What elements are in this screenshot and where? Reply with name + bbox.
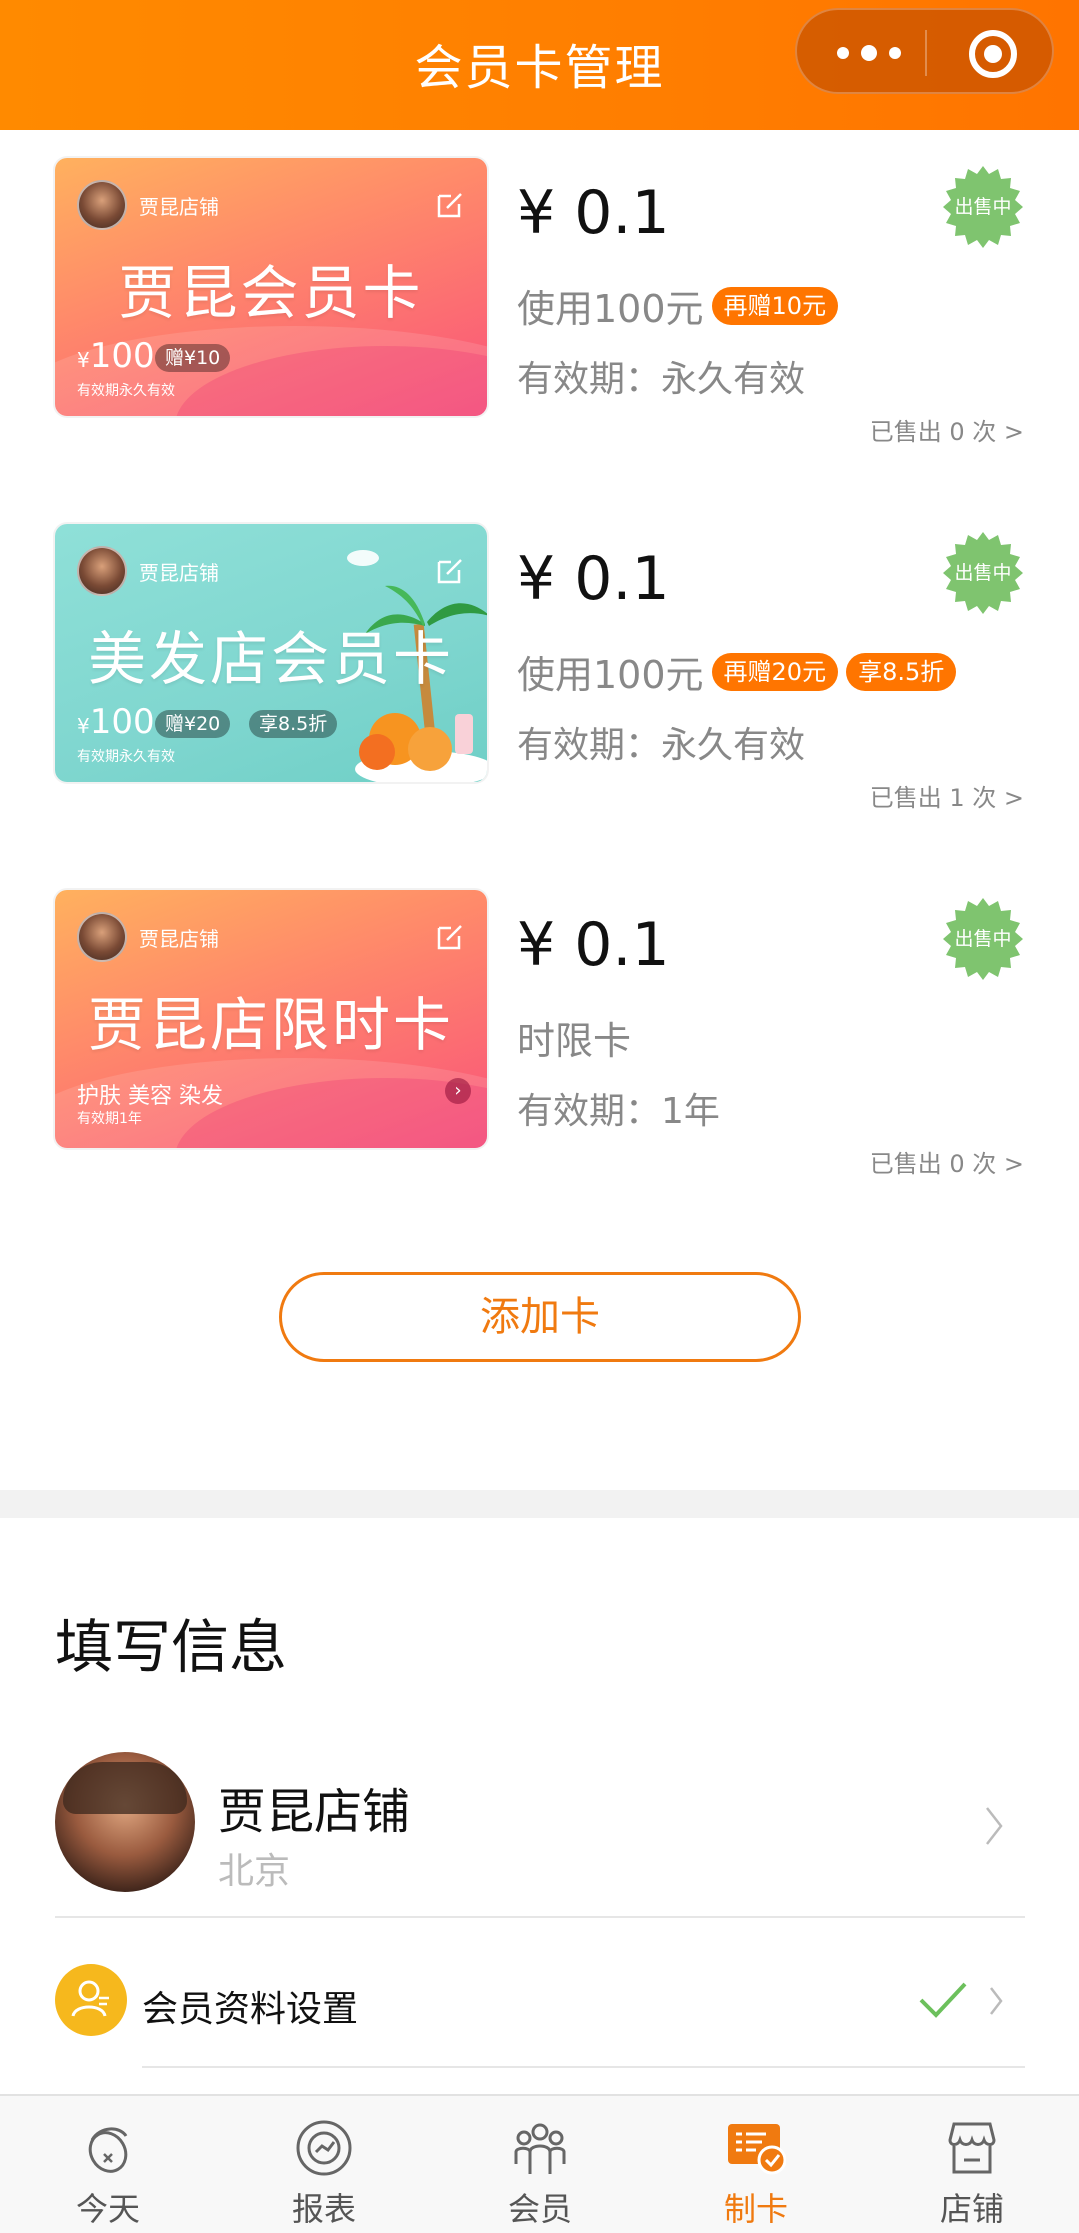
section-title: 填写信息: [55, 1613, 288, 1681]
card-name: 贾昆店限时卡: [87, 991, 454, 1059]
member-settings-label: 会员资料设置: [142, 1989, 359, 2030]
tab-label: 制卡: [723, 2190, 788, 2228]
store-icon: [948, 2122, 996, 2174]
tab-make-card[interactable]: 制卡: [648, 2096, 864, 2233]
card-shop-name: 贾昆店铺: [139, 561, 219, 585]
tab-label: 报表: [291, 2190, 356, 2228]
divider: [55, 1916, 1025, 1918]
chevron-right-icon: [986, 1807, 1003, 1845]
discount-tag: 享8.5折: [846, 652, 957, 691]
card-validity: 有效期1年: [77, 1111, 142, 1127]
card-preview[interactable]: 贾昆店铺 贾昆会员卡 ¥100 赠¥10 有效期永久有效: [55, 158, 487, 416]
card-preview[interactable]: 贾昆店铺 贾昆店限时卡 护肤 美容 染发 › 有效期1年: [55, 890, 487, 1148]
tab-store[interactable]: 店铺: [864, 2096, 1079, 2233]
more-icon[interactable]: [837, 42, 907, 64]
card-valid-text: 有效期：永久有效: [517, 725, 806, 766]
user-settings-icon: [55, 1964, 127, 2036]
on-sale-badge: 出售中: [942, 166, 1024, 248]
bonus-tag: 再赠10元: [711, 286, 839, 325]
tab-today[interactable]: 今天: [0, 2096, 216, 2233]
nav-header: 会员卡管理: [0, 0, 1079, 130]
on-sale-badge: 出售中: [942, 898, 1024, 980]
section-divider: [0, 1490, 1079, 1518]
shop-avatar: [77, 546, 127, 596]
sold-count-link[interactable]: 已售出 1 次 >: [870, 778, 1024, 813]
member-settings-row[interactable]: 会员资料设置: [0, 1928, 1079, 2068]
sold-count-link[interactable]: 已售出 0 次 >: [870, 412, 1024, 447]
capsule-separator: [925, 30, 927, 76]
shop-avatar: [77, 180, 127, 230]
tab-bar: 今天 报表 会员 制卡 店铺: [0, 2094, 1079, 2233]
card-discount: 享8.5折: [249, 710, 338, 738]
card-price: ¥ 0.1: [517, 544, 670, 614]
edit-icon[interactable]: [435, 556, 465, 586]
card-validity: 有效期永久有效: [77, 749, 175, 765]
edit-icon[interactable]: [435, 922, 465, 952]
page: 会员卡管理 贾昆店铺 贾昆会员卡 ¥100 赠¥10 有效期永久有效 ¥ 0.1…: [0, 0, 1079, 2233]
tab-members[interactable]: 会员: [432, 2096, 648, 2233]
on-sale-badge: 出售中: [942, 532, 1024, 614]
card-validity: 有效期永久有效: [77, 383, 175, 399]
shop-info-row[interactable]: 贾昆店铺 北京: [0, 1748, 1079, 1918]
chevron-right-icon[interactable]: ›: [445, 1078, 471, 1104]
card-item[interactable]: 贾昆店铺 贾昆会员卡 ¥100 赠¥10 有效期永久有效 ¥ 0.1 使用100…: [0, 158, 1079, 448]
card-valid-text: 有效期：1年: [517, 1091, 720, 1132]
card-name: 美发店会员卡: [87, 625, 454, 693]
shop-name: 贾昆店铺: [218, 1784, 411, 1840]
card-desc: 使用100元 再赠10元: [517, 278, 839, 333]
sold-count-link[interactable]: 已售出 0 次 >: [870, 1144, 1024, 1179]
edit-icon[interactable]: [435, 190, 465, 220]
tab-report[interactable]: 报表: [216, 2096, 432, 2233]
acorn-icon: [88, 2127, 128, 2173]
add-card-button[interactable]: 添加卡: [279, 1272, 801, 1362]
check-icon: [919, 1982, 967, 2018]
make-card-icon: [728, 2124, 786, 2175]
card-price: ¥ 0.1: [517, 178, 670, 248]
cloud-icon: [347, 550, 379, 566]
card-valid-text: 有效期：永久有效: [517, 359, 806, 400]
avatar: [55, 1752, 195, 1892]
tab-label: 今天: [75, 2190, 140, 2228]
card-price: ¥ 0.1: [517, 910, 670, 980]
card-gift: 赠¥10: [155, 344, 231, 372]
mini-program-capsule: [795, 8, 1054, 94]
tab-label: 会员: [507, 2190, 572, 2228]
divider: [142, 2066, 1025, 2068]
card-name: 贾昆会员卡: [118, 259, 424, 327]
card-services: 护肤 美容 染发: [77, 1084, 223, 1109]
card-desc: 使用100元 再赠20元 享8.5折: [517, 644, 957, 699]
card-preview[interactable]: 贾昆店铺 美发店会员卡 ¥100 赠¥20 享8.5折 有效期永久有效: [55, 524, 487, 782]
shop-city: 北京: [218, 1851, 291, 1892]
shop-avatar: [77, 912, 127, 962]
card-amount: ¥100: [77, 336, 155, 376]
chevron-right-icon: [990, 1987, 1003, 2015]
bonus-tag: 再赠20元: [711, 652, 839, 691]
tab-label: 店铺: [939, 2190, 1004, 2228]
card-item[interactable]: 贾昆店铺 贾昆店限时卡 护肤 美容 染发 › 有效期1年 ¥ 0.1 时限卡 有…: [0, 890, 1079, 1180]
card-desc: 时限卡: [517, 1019, 632, 1063]
report-icon: [296, 2120, 352, 2176]
card-shop-name: 贾昆店铺: [139, 927, 219, 951]
members-icon: [514, 2123, 566, 2174]
card-item[interactable]: 贾昆店铺 美发店会员卡 ¥100 赠¥20 享8.5折 有效期永久有效 ¥ 0.…: [0, 524, 1079, 814]
close-circle-icon[interactable]: [969, 30, 1017, 78]
card-gift: 赠¥20: [155, 710, 231, 738]
card-amount: ¥100: [77, 702, 155, 742]
card-shop-name: 贾昆店铺: [139, 195, 219, 219]
